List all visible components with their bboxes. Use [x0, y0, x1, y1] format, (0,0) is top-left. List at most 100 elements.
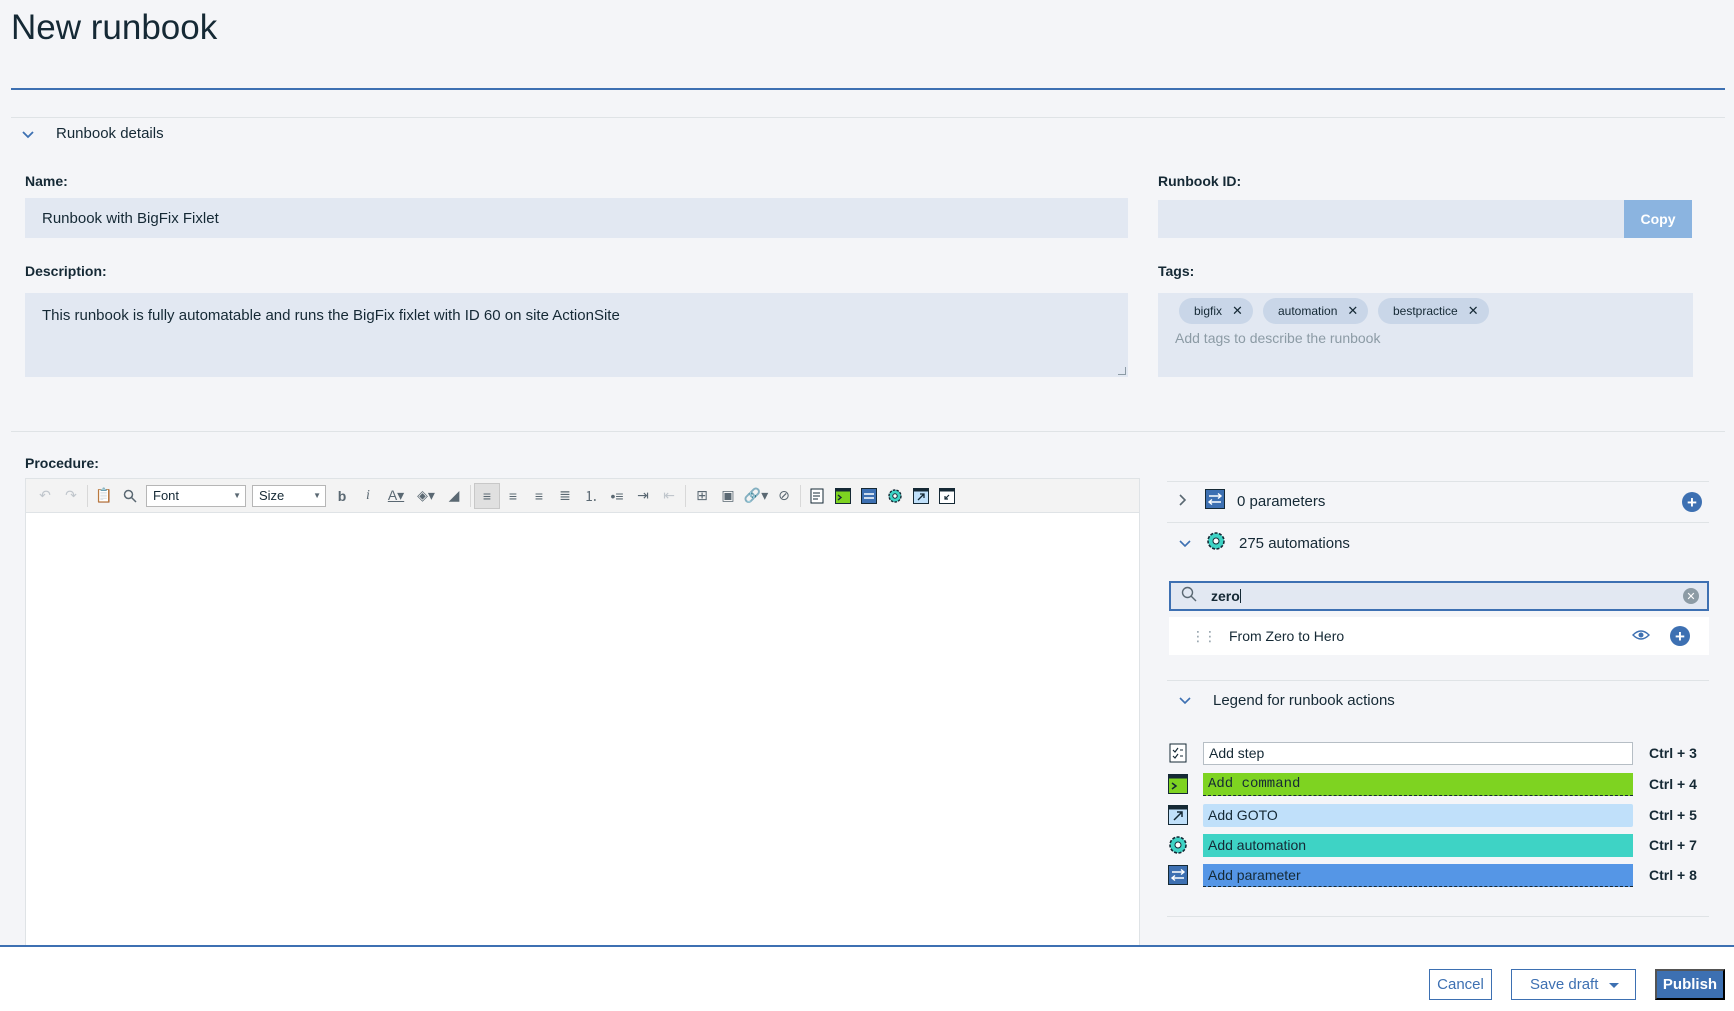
goto-icon[interactable] [908, 483, 934, 509]
automation-search-input[interactable]: zero ✕ [1169, 581, 1709, 611]
indent-icon[interactable]: ⇥ [630, 483, 656, 509]
image-icon[interactable]: ▣ [715, 483, 741, 509]
size-select[interactable]: Size ▼ [252, 484, 326, 507]
link-icon[interactable]: 🔗▾ [741, 483, 771, 509]
procedure-editor[interactable]: ↶ ↷ 📋 Font ▼ Size ▼ b i A▾ ◈▾ ◢ ≡ ≡ ≡ ≣ ⒈ … [25, 478, 1140, 948]
parameters-toggle[interactable]: 0 parameters [1167, 488, 1709, 514]
outdent-icon[interactable]: ⇤ [656, 483, 682, 509]
runbook-id-label: Runbook ID: [1158, 173, 1242, 189]
collapse-icon[interactable] [934, 483, 960, 509]
font-select[interactable]: Font ▼ [146, 484, 246, 507]
publish-button[interactable]: Publish [1655, 969, 1725, 1000]
align-right-icon[interactable]: ≡ [526, 483, 552, 509]
step-icon [1167, 742, 1189, 764]
text-color-icon[interactable]: A▾ [381, 483, 411, 509]
legend-shortcut: Ctrl + 3 [1649, 745, 1697, 761]
automation-icon[interactable] [882, 483, 908, 509]
align-left-icon[interactable]: ≡ [474, 482, 500, 509]
clear-icon[interactable]: ✕ [1683, 588, 1699, 604]
divider [1167, 522, 1709, 523]
redo-icon[interactable]: ↷ [58, 483, 84, 509]
chevron-down-icon [1179, 535, 1197, 551]
save-draft-label: Save draft [1530, 976, 1599, 993]
align-center-icon[interactable]: ≡ [500, 483, 526, 509]
close-icon[interactable]: ✕ [1347, 303, 1358, 319]
toolbar-separator [87, 484, 88, 507]
divider [11, 117, 1725, 118]
search-icon [1181, 586, 1197, 607]
tags-field[interactable]: bigfix ✕ automation ✕ bestpractice ✕ Add… [1158, 293, 1693, 377]
divider [1167, 680, 1709, 681]
toolbar-separator [685, 484, 686, 507]
table-icon[interactable]: ⊞ [689, 483, 715, 509]
automation-result-item[interactable]: ⋮⋮ From Zero to Hero + [1169, 617, 1709, 655]
size-select-value: Size [259, 488, 285, 503]
paste-icon[interactable]: 📋 [91, 483, 117, 509]
undo-icon[interactable]: ↶ [32, 483, 58, 509]
legend-title: Legend for runbook actions [1213, 691, 1395, 709]
tag-chip: bigfix ✕ [1179, 298, 1253, 324]
resize-handle[interactable] [1118, 367, 1126, 375]
legend-toggle[interactable]: Legend for runbook actions [1167, 687, 1709, 713]
legend-shortcut: Ctrl + 8 [1649, 867, 1697, 883]
tags-input[interactable]: Add tags to describe the runbook [1175, 330, 1380, 346]
legend-item-automation: Add automation Ctrl + 7 [1167, 833, 1707, 857]
tag-label: automation [1278, 304, 1338, 318]
description-label: Description: [25, 263, 107, 279]
numbered-list-icon[interactable]: ⒈ [578, 483, 604, 509]
runbook-details-toggle[interactable]: Runbook details [22, 125, 164, 142]
chevron-down-icon [22, 126, 36, 142]
tag-chip: bestpractice ✕ [1378, 298, 1489, 324]
legend-label: Add GOTO [1203, 803, 1633, 827]
legend-label: Add step [1203, 741, 1633, 765]
cancel-button[interactable]: Cancel [1429, 969, 1492, 1000]
dropdown-arrow-icon: ▼ [233, 491, 241, 500]
legend-label: Add command [1203, 772, 1633, 796]
legend-label: Add automation [1203, 833, 1633, 857]
clear-format-icon[interactable]: ◢ [441, 483, 467, 509]
legend-shortcut: Ctrl + 7 [1649, 837, 1697, 853]
name-field[interactable]: Runbook with BigFix Fixlet [25, 198, 1128, 238]
parameter-icon [1205, 488, 1225, 514]
automations-toggle[interactable]: 275 automations [1167, 529, 1709, 557]
legend-item-goto: Add GOTO Ctrl + 5 [1167, 803, 1707, 827]
automation-icon [1167, 834, 1189, 856]
find-icon[interactable] [117, 483, 143, 509]
runbook-id-field[interactable] [1158, 200, 1624, 238]
chevron-right-icon [1179, 493, 1197, 509]
divider [1167, 481, 1709, 482]
bold-icon[interactable]: b [329, 483, 355, 509]
runbook-details-label: Runbook details [56, 125, 164, 142]
bulleted-list-icon[interactable]: •≡ [604, 483, 630, 509]
add-automation-button[interactable]: + [1670, 626, 1690, 646]
italic-icon[interactable]: i [355, 483, 381, 509]
unlink-icon[interactable]: ⊘ [771, 483, 797, 509]
command-icon[interactable] [830, 483, 856, 509]
parameter-icon [1167, 864, 1189, 886]
tag-chip: automation ✕ [1263, 298, 1369, 324]
legend-shortcut: Ctrl + 4 [1649, 776, 1697, 792]
divider [1167, 916, 1709, 917]
chevron-down-icon[interactable] [1609, 977, 1619, 994]
description-field[interactable]: This runbook is fully automatable and ru… [25, 293, 1128, 377]
eye-icon[interactable] [1632, 628, 1650, 647]
legend-item-step: Add step Ctrl + 3 [1167, 741, 1707, 765]
drag-handle-icon[interactable]: ⋮⋮ [1191, 628, 1217, 645]
highlight-icon[interactable]: ◈▾ [411, 483, 441, 509]
tags-label: Tags: [1158, 263, 1195, 279]
text-cursor [1239, 589, 1241, 603]
save-draft-button[interactable]: Save draft [1511, 969, 1636, 1000]
description-value: This runbook is fully automatable and ru… [42, 307, 620, 324]
add-parameter-button[interactable]: + [1682, 492, 1702, 512]
automation-icon [1205, 530, 1227, 557]
divider [11, 431, 1725, 432]
tag-label: bigfix [1194, 304, 1223, 318]
command-icon [1167, 773, 1189, 795]
legend-item-command: Add command Ctrl + 4 [1167, 772, 1707, 796]
close-icon[interactable]: ✕ [1232, 303, 1243, 319]
close-icon[interactable]: ✕ [1468, 303, 1479, 319]
step-icon[interactable] [804, 483, 830, 509]
copy-button[interactable]: Copy [1624, 200, 1692, 238]
justify-icon[interactable]: ≣ [552, 483, 578, 509]
parameter-icon[interactable] [856, 483, 882, 509]
